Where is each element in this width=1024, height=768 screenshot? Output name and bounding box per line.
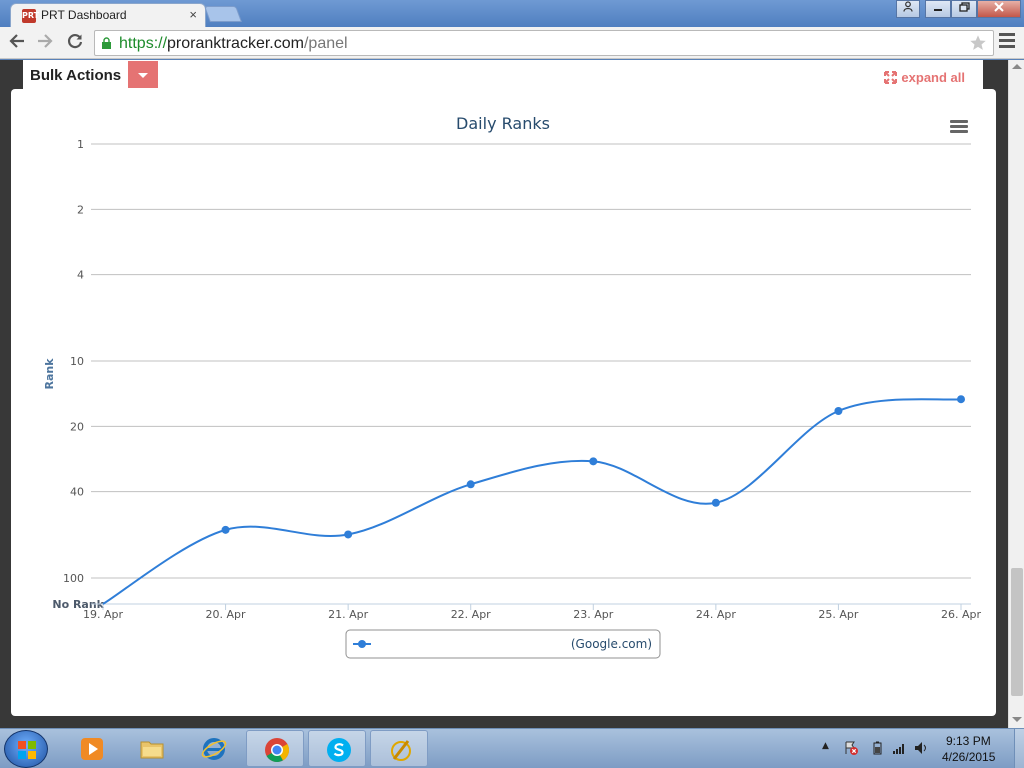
internet-explorer-icon bbox=[201, 738, 227, 760]
x-tick-label: 21. Apr bbox=[328, 608, 368, 621]
restore-button[interactable] bbox=[951, 0, 977, 18]
taskbar-media-player[interactable] bbox=[62, 730, 120, 767]
y-tick-label: 10 bbox=[70, 355, 84, 368]
taskbar-skype[interactable] bbox=[308, 730, 366, 767]
chart-title: Daily Ranks bbox=[456, 114, 550, 133]
y-tick-label: 4 bbox=[77, 269, 84, 282]
x-tick-label: 19. Apr bbox=[83, 608, 123, 621]
legend-marker bbox=[358, 640, 366, 648]
x-tick-label: 20. Apr bbox=[206, 608, 246, 621]
taskbar-internet-explorer[interactable] bbox=[184, 730, 242, 767]
url-host: proranktracker.com bbox=[167, 35, 304, 52]
x-tick-label: 23. Apr bbox=[573, 608, 613, 621]
forward-icon[interactable] bbox=[36, 32, 54, 50]
action-center-icon[interactable] bbox=[844, 741, 858, 755]
data-point bbox=[957, 395, 965, 404]
chrome-icon bbox=[265, 738, 290, 763]
url-text: https://proranktracker.com/panel bbox=[119, 35, 348, 53]
browser-tab[interactable]: PRT PRT Dashboard × bbox=[10, 3, 206, 27]
taskbar-chrome[interactable] bbox=[246, 730, 304, 767]
battery-icon[interactable] bbox=[870, 741, 884, 755]
tab-close-icon[interactable]: × bbox=[189, 7, 197, 22]
windows-logo-icon bbox=[18, 741, 36, 759]
daily-ranks-chart: Daily Ranks124102040100No RankRank19. Ap… bbox=[43, 114, 981, 659]
volume-icon[interactable] bbox=[914, 741, 928, 755]
expand-icon bbox=[884, 71, 898, 84]
scroll-down-icon[interactable] bbox=[1012, 717, 1022, 722]
tab-title: PRT Dashboard bbox=[41, 8, 127, 22]
scroll-up-icon[interactable] bbox=[1012, 64, 1022, 69]
window-title-bar: PRT PRT Dashboard × bbox=[0, 0, 1024, 27]
clock-time[interactable]: 9:13 PM bbox=[946, 734, 991, 748]
y-axis-label: Rank bbox=[43, 358, 56, 390]
restore-icon bbox=[958, 2, 970, 12]
close-icon bbox=[994, 2, 1004, 12]
url-scheme: https:// bbox=[119, 35, 168, 52]
data-point bbox=[221, 525, 230, 534]
x-tick-label: 22. Apr bbox=[451, 608, 491, 621]
bulk-actions-bar: Bulk Actions expand all bbox=[23, 60, 983, 89]
x-tick-label: 25. Apr bbox=[818, 608, 858, 621]
data-point bbox=[344, 530, 353, 539]
skype-icon bbox=[327, 738, 351, 762]
data-point bbox=[466, 480, 475, 489]
browser-menu-icon[interactable] bbox=[999, 33, 1015, 51]
taskbar-pen-app[interactable] bbox=[370, 730, 428, 767]
expand-all-label: expand all bbox=[901, 70, 965, 85]
data-point bbox=[589, 457, 598, 466]
page-scrollbar[interactable] bbox=[1008, 60, 1024, 728]
chevron-down-icon bbox=[138, 73, 148, 78]
clock-date[interactable]: 4/26/2015 bbox=[942, 750, 995, 764]
browser-toolbar: https://proranktracker.com/panel bbox=[0, 27, 1024, 59]
minimize-icon bbox=[934, 9, 942, 11]
pen-tool-icon bbox=[391, 740, 411, 761]
tray-expand-icon[interactable]: ▲ bbox=[822, 741, 829, 751]
user-profile-button[interactable] bbox=[896, 0, 920, 18]
legend-series-name: (Google.com) bbox=[571, 637, 652, 651]
data-point bbox=[834, 407, 843, 416]
y-tick-label: 100 bbox=[63, 572, 84, 585]
reload-icon[interactable] bbox=[66, 32, 84, 50]
daily-ranks-chart-card: Daily Ranks 1 2 4 10 20 40 100 No Rank Rank 19. Ap… bbox=[11, 89, 996, 716]
x-tick-label: 26. Apr bbox=[941, 608, 981, 621]
data-point bbox=[711, 498, 720, 507]
y-tick-label: 20 bbox=[70, 420, 84, 433]
start-button[interactable] bbox=[4, 730, 48, 768]
close-window-button[interactable] bbox=[977, 0, 1021, 18]
favicon-icon: PRT bbox=[22, 9, 39, 23]
minimize-button[interactable] bbox=[925, 0, 951, 18]
address-bar[interactable]: https://proranktracker.com/panel bbox=[94, 30, 994, 56]
folder-icon bbox=[140, 741, 164, 759]
bulk-actions-dropdown-button[interactable] bbox=[128, 61, 158, 88]
x-tick-label: 24. Apr bbox=[696, 608, 736, 621]
show-desktop-button[interactable] bbox=[1014, 729, 1024, 768]
system-tray: ▲ 9:13 PM 4/26/2015 bbox=[820, 729, 1020, 768]
taskbar-file-explorer[interactable] bbox=[122, 730, 180, 767]
page-content: Bulk Actions expand all Daily Ranks 1 2 4 10… bbox=[0, 60, 1008, 728]
bulk-actions-label: Bulk Actions bbox=[30, 67, 122, 84]
y-tick-label: 2 bbox=[77, 203, 84, 216]
expand-all-link[interactable]: expand all bbox=[884, 70, 965, 85]
y-tick-label: 40 bbox=[70, 486, 84, 499]
chart-export-menu-icon[interactable] bbox=[950, 120, 968, 135]
windows-taskbar: ▲ 9:13 PM 4/26/2015 bbox=[0, 728, 1024, 768]
network-signal-icon[interactable] bbox=[892, 741, 906, 755]
user-icon bbox=[903, 1, 913, 12]
scroll-thumb[interactable] bbox=[1011, 568, 1023, 696]
y-tick-label: 1 bbox=[77, 138, 84, 151]
bookmark-star-icon[interactable] bbox=[969, 34, 987, 52]
media-player-icon bbox=[81, 738, 103, 760]
new-tab-button[interactable] bbox=[204, 6, 242, 22]
url-path: /panel bbox=[303, 35, 348, 52]
back-icon[interactable] bbox=[8, 32, 26, 50]
series-line bbox=[102, 398, 962, 605]
lock-icon bbox=[102, 37, 111, 49]
